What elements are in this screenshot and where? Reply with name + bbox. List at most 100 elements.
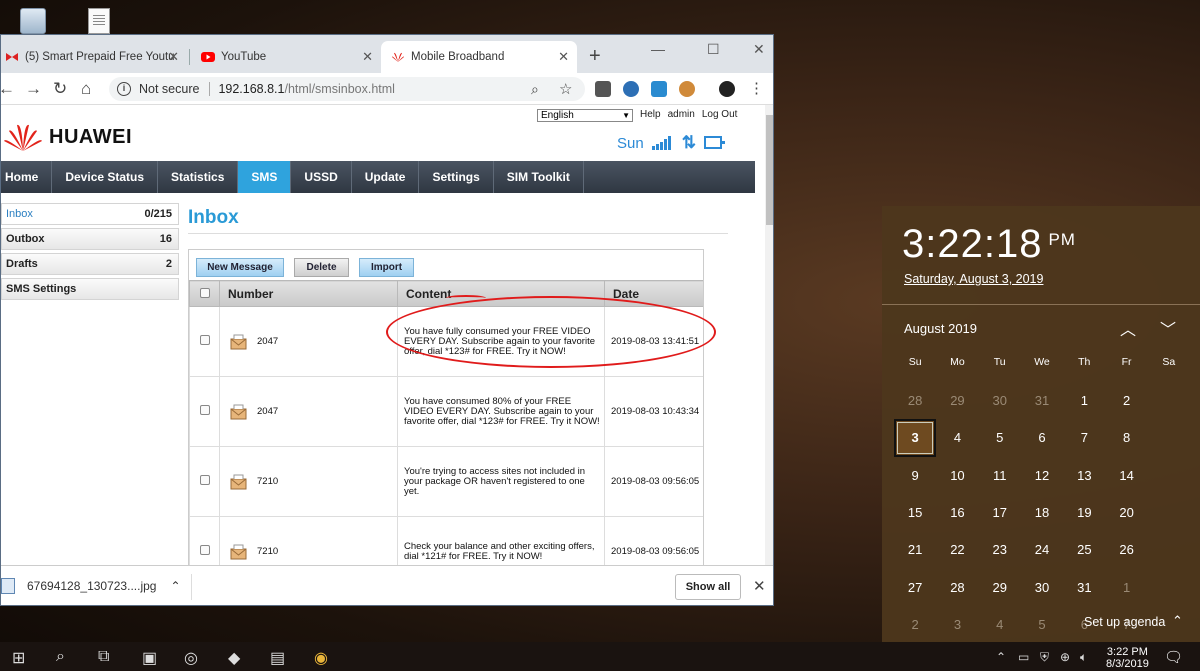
nav-sms[interactable]: SMS bbox=[238, 161, 292, 193]
calendar-day[interactable]: 2 bbox=[894, 606, 936, 643]
delete-button[interactable]: Delete bbox=[294, 258, 349, 277]
calendar-day[interactable]: 21 bbox=[894, 531, 936, 568]
calendar-day[interactable]: 27 bbox=[894, 568, 936, 605]
nav-ussd[interactable]: USSD bbox=[291, 161, 352, 193]
calendar-day[interactable]: 29 bbox=[936, 382, 978, 419]
new-message-button[interactable]: New Message bbox=[196, 258, 284, 277]
tab-mobile-broadband[interactable]: Mobile Broadband ✕ bbox=[381, 41, 577, 73]
calendar-day[interactable]: 30 bbox=[979, 382, 1021, 419]
calendar-day[interactable]: 4 bbox=[979, 606, 1021, 643]
nav-device-status[interactable]: Device Status bbox=[52, 161, 159, 193]
row-checkbox[interactable] bbox=[199, 475, 210, 485]
calendar-day[interactable]: 24 bbox=[1021, 531, 1063, 568]
sidebar-item-outbox[interactable]: Outbox 16 bbox=[1, 228, 179, 250]
calendar-day[interactable]: 9 bbox=[894, 457, 936, 494]
windows-start-icon[interactable]: ⊞ bbox=[12, 648, 25, 668]
network-icon[interactable]: ▭ bbox=[1018, 650, 1029, 664]
search-icon[interactable]: ⌕ bbox=[56, 648, 65, 666]
document-icon[interactable] bbox=[88, 8, 110, 34]
download-item[interactable]: 67694128_130723....jpg ⌃ bbox=[1, 578, 181, 594]
calendar-day-today[interactable]: 3 bbox=[894, 419, 937, 457]
calendar-day[interactable]: 26 bbox=[1105, 531, 1147, 568]
nav-sim-toolkit[interactable]: SIM Toolkit bbox=[494, 161, 584, 193]
close-icon[interactable]: ✕ bbox=[362, 49, 373, 65]
calendar-day[interactable]: 5 bbox=[979, 419, 1021, 456]
security-icon[interactable]: ⛨ bbox=[1040, 650, 1049, 665]
nav-update[interactable]: Update bbox=[352, 161, 420, 193]
nav-statistics[interactable]: Statistics bbox=[158, 161, 239, 193]
info-icon[interactable]: i bbox=[117, 82, 131, 96]
maximize-icon[interactable]: ☐ bbox=[707, 41, 720, 58]
sidebar-item-sms-settings[interactable]: SMS Settings bbox=[1, 278, 179, 300]
calendar-day[interactable]: 1 bbox=[1063, 382, 1105, 419]
page-scrollbar[interactable] bbox=[765, 105, 773, 565]
chrome-icon[interactable]: ◉ bbox=[314, 648, 328, 668]
calendar-day[interactable]: 31 bbox=[1063, 568, 1105, 605]
calendar-day[interactable]: 16 bbox=[936, 494, 978, 531]
calendar-day[interactable]: 29 bbox=[979, 568, 1021, 605]
recycle-bin-icon[interactable] bbox=[20, 8, 46, 34]
calendar-day[interactable]: 17 bbox=[979, 494, 1021, 531]
forward-icon[interactable]: → bbox=[25, 79, 42, 99]
language-select[interactable]: English ▼ bbox=[537, 109, 633, 122]
calendar-day[interactable]: 3 bbox=[936, 606, 978, 643]
app-icon[interactable]: ◆ bbox=[228, 648, 240, 668]
calendar-day[interactable]: 4 bbox=[936, 419, 978, 456]
calendar-day[interactable]: 28 bbox=[894, 382, 936, 419]
set-up-agenda-link[interactable]: Set up agenda bbox=[1084, 615, 1165, 629]
calendar-day[interactable]: 11 bbox=[979, 457, 1021, 494]
action-center-icon[interactable]: 🗨︎ bbox=[1164, 648, 1183, 666]
calendar-day[interactable]: 19 bbox=[1063, 494, 1105, 531]
cookie-extension-icon[interactable] bbox=[679, 81, 695, 97]
taskbar-clock[interactable]: 3:22 PM 8/3/2019 bbox=[1106, 646, 1149, 670]
scrollbar-thumb[interactable] bbox=[766, 115, 773, 225]
calendar-day[interactable]: 8 bbox=[1105, 419, 1147, 456]
calendar-day[interactable]: 15 bbox=[894, 494, 936, 531]
globe-icon[interactable]: ⊕ bbox=[1060, 650, 1070, 664]
calendar-day[interactable]: 10 bbox=[936, 457, 978, 494]
sidebar-item-drafts[interactable]: Drafts 2 bbox=[1, 253, 179, 275]
calendar-day[interactable]: 25 bbox=[1063, 531, 1105, 568]
profile-avatar[interactable] bbox=[719, 81, 735, 97]
nav-settings[interactable]: Settings bbox=[419, 161, 494, 193]
extension-globe-icon[interactable] bbox=[623, 81, 639, 97]
calendar-day[interactable]: 18 bbox=[1021, 494, 1063, 531]
reload-icon[interactable]: ↻ bbox=[53, 79, 67, 99]
tab-youtube[interactable]: YouTube ✕ bbox=[191, 41, 381, 73]
table-row[interactable]: 2047 You have consumed 80% of your FREE … bbox=[189, 376, 703, 447]
chevron-down-icon[interactable]: ﹀ bbox=[1160, 316, 1176, 340]
calendar-day[interactable]: 13 bbox=[1063, 457, 1105, 494]
bookmark-star-icon[interactable]: ☆ bbox=[559, 80, 572, 98]
calendar-day[interactable]: 6 bbox=[1021, 419, 1063, 456]
menu-icon[interactable]: ⋮ bbox=[749, 79, 764, 97]
row-checkbox[interactable] bbox=[199, 545, 210, 555]
calendar-day[interactable]: 1 bbox=[1105, 568, 1147, 605]
steam-icon[interactable]: ◎ bbox=[184, 648, 198, 668]
table-row[interactable]: 7210 You're trying to access sites not i… bbox=[189, 446, 703, 517]
logout-link[interactable]: Log Out bbox=[702, 109, 738, 120]
calendar-day[interactable]: 31 bbox=[1021, 382, 1063, 419]
table-row[interactable]: 7210 Check your balance and other exciti… bbox=[189, 516, 703, 565]
calendar-day[interactable]: 2 bbox=[1105, 382, 1147, 419]
help-link[interactable]: Help bbox=[640, 109, 661, 120]
tab-smart-prepaid[interactable]: (5) Smart Prepaid Free Youtu ✕ bbox=[1, 41, 187, 73]
close-window-icon[interactable]: ✕ bbox=[753, 41, 765, 58]
new-tab-button[interactable]: + bbox=[589, 45, 601, 68]
calendar-day[interactable]: 7 bbox=[1063, 419, 1105, 456]
calendar-day[interactable]: 28 bbox=[936, 568, 978, 605]
chevron-up-icon[interactable]: ⌃ bbox=[996, 650, 1006, 664]
nav-home[interactable]: Home bbox=[1, 161, 53, 193]
close-icon[interactable]: ✕ bbox=[168, 49, 179, 65]
home-icon[interactable]: ⌂ bbox=[81, 79, 91, 99]
calendar-day[interactable]: 14 bbox=[1105, 457, 1147, 494]
minimize-icon[interactable]: — bbox=[651, 41, 665, 57]
calendar-day[interactable]: 22 bbox=[936, 531, 978, 568]
close-icon[interactable]: ✕ bbox=[558, 49, 569, 65]
extension-s-icon[interactable] bbox=[651, 81, 667, 97]
zoom-icon[interactable]: ⌕ bbox=[531, 81, 539, 98]
nvidia-icon[interactable]: ▣ bbox=[142, 648, 157, 668]
calendar-day[interactable]: 5 bbox=[1021, 606, 1063, 643]
chevron-up-icon[interactable]: ︿ bbox=[1120, 316, 1136, 340]
calendar-day[interactable]: 12 bbox=[1021, 457, 1063, 494]
task-view-icon[interactable]: ⧉ bbox=[98, 648, 109, 666]
